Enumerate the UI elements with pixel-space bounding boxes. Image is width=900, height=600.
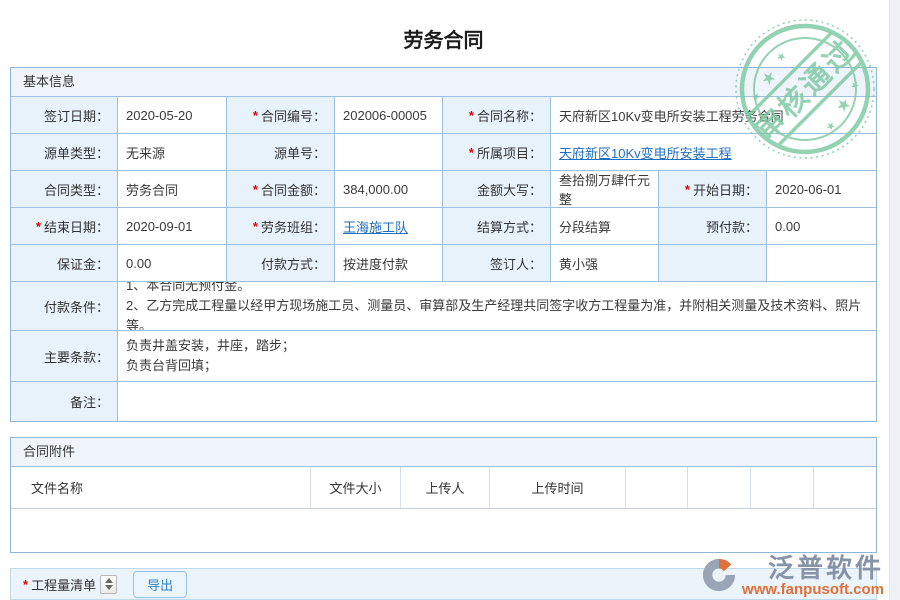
payment-terms-line2: 2、乙方完成工程量以经甲方现场施工员、测量员、审算部及生产经理共同签字收方工程量… — [126, 296, 868, 331]
sign-date-value: 2020-05-20 — [118, 97, 227, 134]
export-button[interactable]: 导出 — [133, 571, 187, 598]
settle-method-label: 结算方式： — [443, 208, 551, 245]
column-empty — [751, 467, 814, 508]
page-title: 劳务合同 — [10, 24, 877, 53]
attachments-header: 合同附件 — [11, 438, 876, 467]
table-row: 源单类型： 无来源 源单号： *所属项目： 天府新区10Kv变电所安装工程 — [11, 134, 876, 171]
amount-caps-label: 金额大写： — [443, 171, 551, 208]
table-row: 签订日期： 2020-05-20 *合同编号： 202006-00005 *合同… — [11, 97, 876, 134]
table-row: 备注： — [11, 382, 876, 421]
payment-method-value: 按进度付款 — [335, 245, 443, 282]
advance-payment-label: 预付款： — [659, 208, 767, 245]
column-empty — [626, 467, 688, 508]
column-empty — [688, 467, 751, 508]
contract-type-label: 合同类型： — [11, 171, 118, 208]
column-empty — [814, 467, 876, 508]
project-link[interactable]: 天府新区10Kv变电所安装工程 — [559, 143, 732, 162]
labor-team-label: *劳务班组： — [227, 208, 335, 245]
contract-amount-label: *合同金额： — [227, 171, 335, 208]
remark-value — [118, 382, 876, 421]
column-upload-time: 上传时间 — [490, 467, 626, 508]
payment-terms-line1: 1、本合同无预付金。 — [126, 282, 250, 296]
signer-label: 签订人： — [443, 245, 551, 282]
main-clauses-value: 负责井盖安装，井座，踏步； 负责台背回填； — [118, 331, 876, 382]
attachments-column-header-row: 文件名称 文件大小 上传人 上传时间 — [11, 467, 876, 509]
project-label: *所属项目： — [443, 134, 551, 171]
amount-caps-value: 叁拾捌万肆仟元整 — [551, 171, 659, 208]
source-type-value: 无来源 — [118, 134, 227, 171]
deposit-value: 0.00 — [118, 245, 227, 282]
empty-value-cell — [767, 245, 876, 282]
basic-info-header: 基本信息 — [11, 68, 876, 97]
contract-name-value: 天府新区10Kv变电所安装工程劳务合同 — [551, 97, 876, 134]
end-date-value: 2020-09-01 — [118, 208, 227, 245]
deposit-label: 保证金： — [11, 245, 118, 282]
contract-name-label: *合同名称： — [443, 97, 551, 134]
sort-toggle-icon[interactable] — [100, 575, 117, 594]
column-uploader: 上传人 — [401, 467, 490, 508]
footer-toolbar: * 工程量清单 导出 — [10, 568, 877, 600]
table-row: 保证金： 0.00 付款方式： 按进度付款 签订人： 黄小强 — [11, 245, 876, 282]
column-file-name: 文件名称 — [11, 467, 311, 508]
boq-list-label: 工程量清单 — [31, 575, 96, 594]
source-no-label: 源单号： — [227, 134, 335, 171]
contract-type-value: 劳务合同 — [118, 171, 227, 208]
required-marker: * — [469, 108, 474, 123]
required-marker: * — [253, 182, 258, 197]
main-clauses-label: 主要条款： — [11, 331, 118, 382]
required-marker: * — [36, 219, 41, 234]
labor-team-link[interactable]: 王海施工队 — [343, 217, 408, 236]
contract-no-value: 202006-00005 — [335, 97, 443, 134]
settle-method-value: 分段结算 — [551, 208, 659, 245]
empty-label-cell — [659, 245, 767, 282]
table-row: *结束日期： 2020-09-01 *劳务班组： 王海施工队 结算方式： 分段结… — [11, 208, 876, 245]
main-clauses-line2: 负责台背回填； — [126, 356, 217, 376]
labor-team-value: 王海施工队 — [335, 208, 443, 245]
required-marker: * — [685, 182, 690, 197]
payment-method-label: 付款方式： — [227, 245, 335, 282]
source-no-value — [335, 134, 443, 171]
end-date-label: *结束日期： — [11, 208, 118, 245]
table-row: 合同类型： 劳务合同 *合同金额： 384,000.00 金额大写： 叁拾捌万肆… — [11, 171, 876, 208]
column-file-size: 文件大小 — [311, 467, 401, 508]
table-row: 主要条款： 负责井盖安装，井座，踏步； 负责台背回填； — [11, 331, 876, 382]
contract-no-label: *合同编号： — [227, 97, 335, 134]
advance-payment-value: 0.00 — [767, 208, 876, 245]
required-marker: * — [23, 577, 28, 592]
required-marker: * — [253, 219, 258, 234]
attachments-empty-area — [11, 509, 876, 552]
main-clauses-line1: 负责井盖安装，井座，踏步； — [126, 336, 295, 356]
signer-value: 黄小强 — [551, 245, 659, 282]
required-marker: * — [469, 145, 474, 160]
required-marker: * — [253, 108, 258, 123]
sign-date-label: 签订日期： — [11, 97, 118, 134]
start-date-value: 2020-06-01 — [767, 171, 876, 208]
table-row: 付款条件： 1、本合同无预付金。 2、乙方完成工程量以经甲方现场施工员、测量员、… — [11, 282, 876, 331]
project-value: 天府新区10Kv变电所安装工程 — [551, 134, 876, 171]
sort-down-icon — [105, 585, 113, 590]
contract-amount-value: 384,000.00 — [335, 171, 443, 208]
sort-up-icon — [105, 578, 113, 583]
payment-terms-label: 付款条件： — [11, 282, 118, 331]
vertical-scrollbar[interactable] — [889, 0, 900, 600]
payment-terms-value: 1、本合同无预付金。 2、乙方完成工程量以经甲方现场施工员、测量员、审算部及生产… — [118, 282, 876, 331]
source-type-label: 源单类型： — [11, 134, 118, 171]
start-date-label: *开始日期： — [659, 171, 767, 208]
basic-info-panel: 基本信息 签订日期： 2020-05-20 *合同编号： 202006-0000… — [10, 67, 877, 422]
remark-label: 备注： — [11, 382, 118, 421]
attachments-panel: 合同附件 文件名称 文件大小 上传人 上传时间 — [10, 437, 877, 553]
